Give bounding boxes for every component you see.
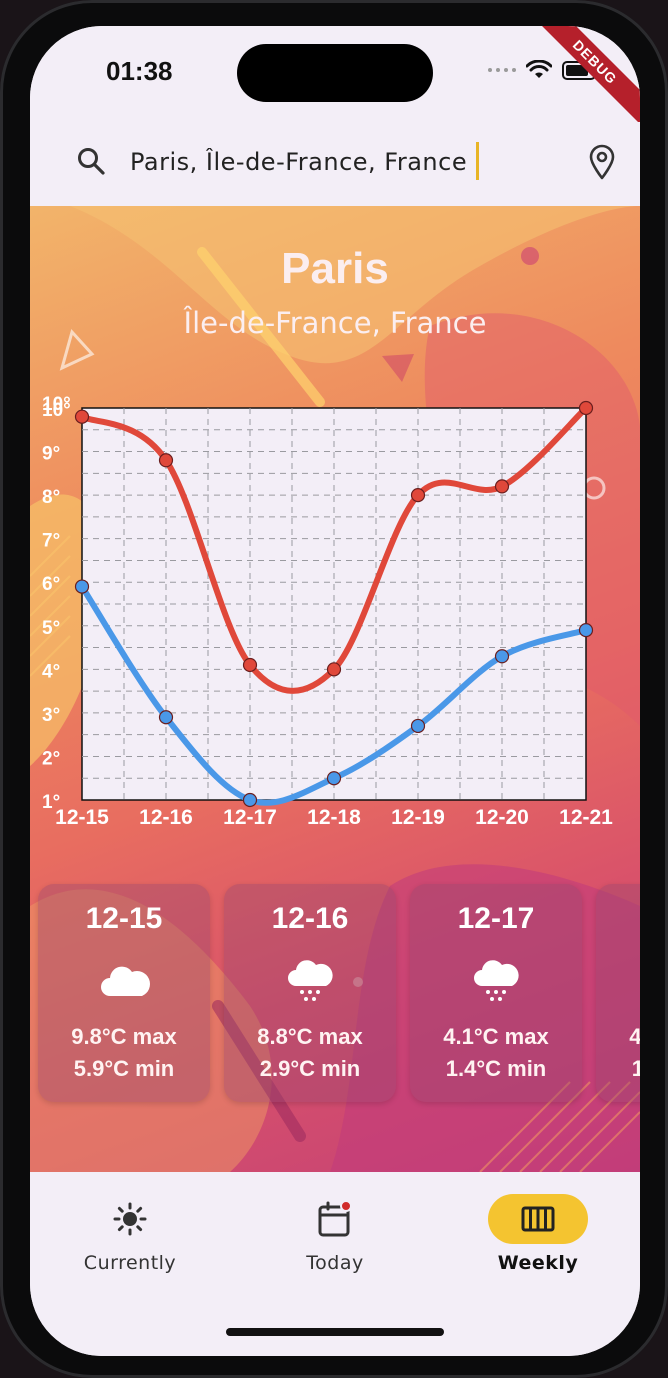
chart-y-tick-label: 8° <box>42 487 60 508</box>
chart-y-tick-label: 5° <box>42 618 60 639</box>
nav-weekly[interactable]: Weekly <box>468 1194 608 1294</box>
weekly-content: Paris Île-de-France, France 1° 2° 3° 4° 5° 6°… <box>30 206 640 1172</box>
chart-point-min <box>326 771 342 786</box>
chart-point-min <box>74 579 90 594</box>
search-input[interactable] <box>130 140 490 184</box>
chart-x-tick-label: 12-20 <box>475 806 529 829</box>
nav-label: Weekly <box>497 1252 579 1274</box>
forecast-date: 12-17 <box>457 902 535 935</box>
nav-today[interactable]: Today <box>265 1194 405 1294</box>
search-bar <box>30 122 640 206</box>
forecast-min: 1.4°C min <box>445 1056 547 1081</box>
chart-point-min <box>242 792 258 808</box>
region-name: Île-de-France, France <box>183 306 487 340</box>
forecast-date: 12-15 <box>85 902 163 935</box>
nav-icon-container <box>488 1194 588 1244</box>
chart-y-tick-label: 7° <box>42 531 60 552</box>
forecast-max: 8.8°C max <box>257 1024 363 1049</box>
forecast-max: 4.1°C max <box>443 1024 549 1049</box>
chart-point-min <box>494 649 510 664</box>
sun-icon <box>113 1202 147 1236</box>
nav-icon-container <box>285 1194 385 1244</box>
forecast-min: 1.5°C min <box>631 1056 640 1081</box>
chart-point-max <box>158 453 174 468</box>
signal-dots-icon <box>488 68 516 72</box>
chart-x-tick-label: 12-17 <box>223 806 277 829</box>
chart-point-max <box>242 657 258 673</box>
chart-point-max <box>578 400 594 416</box>
search-icon[interactable] <box>76 146 106 176</box>
nav-label: Currently <box>83 1252 177 1274</box>
snow-cloud-icon <box>288 960 333 1001</box>
forecast-card[interactable]: 12-18 4.0°C max 1.5°C min <box>596 884 640 1102</box>
text-caret <box>476 142 479 180</box>
weekly-icon <box>521 1206 555 1232</box>
nav-currently[interactable]: Currently <box>60 1194 200 1294</box>
forecast-min: 2.9°C min <box>259 1056 361 1081</box>
app-screen: 01:38 DEBUG Paris, Île-de-France, France… <box>30 26 640 1356</box>
chart-point-min <box>578 623 594 638</box>
chart-y-top-label: 10° <box>42 396 71 415</box>
status-time: 01:38 <box>106 56 173 86</box>
forecast-cards[interactable]: 12-15 9.8°C max 5.9°C min 12-16 8.8°C ma… <box>38 884 640 1104</box>
device-frame: 01:38 DEBUG Paris, Île-de-France, France… <box>0 0 668 1378</box>
forecast-min: 5.9°C min <box>73 1056 175 1081</box>
chart-x-tick-label: 12-18 <box>307 806 361 829</box>
forecast-card[interactable]: 12-15 9.8°C max 5.9°C min <box>38 884 210 1102</box>
cloud-icon <box>101 966 150 996</box>
chart-x-tick-label: 12-21 <box>559 806 613 829</box>
chart-x-tick-label: 12-19 <box>391 806 445 829</box>
temperature-chart-svg: 1°2°3°4°5°6°7°8°9°10°10°12-15 12-16 12-17 1… <box>42 394 613 829</box>
forecast-date: 12-18 <box>596 902 640 936</box>
forecast-card[interactable]: 12-17 4.1°C max 1.4°C min <box>410 884 582 1102</box>
chart-y-tick-label: 2° <box>42 748 60 769</box>
chart-point-min <box>410 718 426 734</box>
calendar-icon <box>318 1200 352 1237</box>
nav-label: Today <box>306 1252 364 1274</box>
forecast-card[interactable]: 12-16 8.8°C max 2.9°C min <box>224 884 396 1102</box>
forecast-max: 9.8°C max <box>71 1024 177 1049</box>
snow-cloud-icon <box>474 960 519 1001</box>
chart-point-max <box>326 662 342 677</box>
chart-y-tick-label: 4° <box>42 661 60 682</box>
chart-point-max <box>494 479 510 494</box>
dynamic-island <box>237 44 433 102</box>
chart-point-max <box>74 409 90 424</box>
chart-y-tick-label: 3° <box>42 705 60 726</box>
chart-x-tick-label: 12-15 <box>55 806 109 829</box>
chart-y-tick-label: 6° <box>42 574 60 595</box>
status-bar: 01:38 DEBUG <box>30 26 640 131</box>
temperature-chart: 1° 2° 3° 4° 5° 6° 7° 8° 9° 10° 10° 12-15 12-16 12-17 1… <box>30 394 640 846</box>
forecast-date: 12-16 <box>271 902 349 935</box>
chart-x-tick-label: 12-16 <box>139 806 193 829</box>
chart-point-min <box>158 710 174 725</box>
chart-y-tick-label: 9° <box>42 444 60 465</box>
nav-icon-container <box>80 1194 180 1244</box>
forecast-max: 4.0°C max <box>629 1024 640 1049</box>
home-indicator[interactable] <box>226 1328 444 1336</box>
location-pin-icon[interactable] <box>588 144 616 180</box>
wifi-icon <box>526 60 552 78</box>
city-name: Paris <box>281 244 389 293</box>
chart-point-max <box>410 488 426 503</box>
